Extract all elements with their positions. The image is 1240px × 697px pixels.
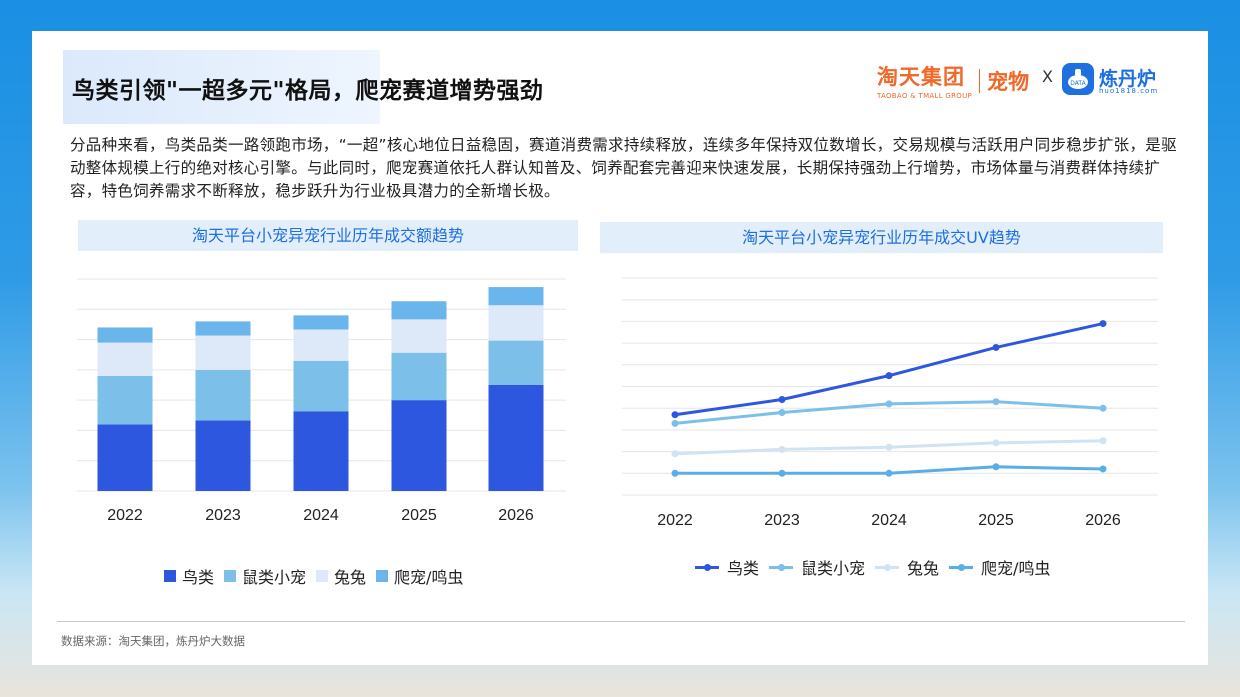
bar-x-tick-label: 2025 xyxy=(401,507,437,524)
legend-label: 鸟类 xyxy=(182,568,215,587)
legend-swatch-rabbit xyxy=(316,570,329,582)
bar-chart-legend: 鸟类 鼠类小宠 兔兔 爬宠/鸣虫 xyxy=(164,564,473,588)
bar-segment-reptile xyxy=(391,301,447,320)
bar-segment-rodent xyxy=(391,352,447,401)
legend-swatch-rodent xyxy=(224,570,237,582)
line-series-rodent-point xyxy=(885,400,893,408)
report-card: 鸟类引领"一超多元"格局，爬宠赛道增势强劲 淘天集团 TAOBAO & TMAL… xyxy=(32,31,1208,665)
legend-label: 鼠类小宠 xyxy=(801,559,866,578)
legend-label: 鸟类 xyxy=(727,559,760,578)
bar-x-tick-label: 2024 xyxy=(303,507,339,524)
line-series-reptile-point xyxy=(1099,465,1107,473)
legend-label: 爬宠/鸣虫 xyxy=(981,559,1051,578)
line-series-bird-point xyxy=(885,372,893,380)
legend-line-reptile xyxy=(949,561,974,573)
legend-label: 兔兔 xyxy=(907,559,940,578)
bar-segment-rodent xyxy=(97,375,153,425)
legend-label: 鼠类小宠 xyxy=(242,568,307,587)
legend-item-rodent: 鼠类小宠 xyxy=(769,555,865,579)
bar-segment-reptile xyxy=(195,321,251,336)
line-series-reptile-point xyxy=(671,469,679,477)
bar-segment-bird xyxy=(195,420,251,491)
bar-segment-rabbit xyxy=(488,305,544,341)
legend-line-rodent xyxy=(769,561,794,573)
line-chart-legend: 鸟类 鼠类小宠 兔兔 爬宠/鸣虫 xyxy=(695,555,1060,579)
line-x-tick-label: 2023 xyxy=(764,512,800,529)
line-series-reptile-point xyxy=(992,463,1000,471)
bar-segment-rabbit xyxy=(97,342,153,376)
line-series-rodent-point xyxy=(778,409,786,417)
bar-segment-rodent xyxy=(293,360,349,412)
line-series-rabbit-point xyxy=(778,445,786,453)
line-series-rabbit-point xyxy=(1099,437,1107,445)
bar-segment-bird xyxy=(391,400,447,491)
line-series-bird-point xyxy=(992,343,1000,351)
legend-item-bird: 鸟类 xyxy=(695,555,759,579)
bar-x-tick-label: 2023 xyxy=(205,507,241,524)
line-x-tick-label: 2022 xyxy=(657,512,693,529)
line-series-reptile-point xyxy=(778,469,786,477)
bar-segment-reptile xyxy=(488,287,544,306)
line-series-bird-point xyxy=(1099,320,1107,328)
legend-line-bird xyxy=(695,561,719,573)
legend-line-rabbit xyxy=(875,561,900,573)
legend-label: 兔兔 xyxy=(334,568,367,587)
line-series-bird-point xyxy=(778,396,786,404)
legend-item-rodent: 鼠类小宠 xyxy=(224,564,306,588)
footer-divider xyxy=(57,621,1185,622)
line-series-rodent-point xyxy=(1099,404,1107,412)
legend-item-bird: 鸟类 xyxy=(164,564,214,588)
legend-item-reptile: 爬宠/鸣虫 xyxy=(949,555,1050,579)
bar-segment-rodent xyxy=(195,369,251,421)
legend-item-rabbit: 兔兔 xyxy=(316,564,366,588)
data-source: 数据来源：淘天集团，炼丹炉大数据 xyxy=(61,634,245,648)
line-x-tick-label: 2026 xyxy=(1085,512,1121,529)
bar-segment-bird xyxy=(97,424,153,491)
line-series-reptile-point xyxy=(885,469,893,477)
legend-swatch-bird xyxy=(164,570,176,582)
line-series-rodent-point xyxy=(671,419,679,427)
line-series-rabbit-point xyxy=(992,439,1000,447)
line-series-rabbit-point xyxy=(671,450,679,458)
bar-segment-rabbit xyxy=(195,335,251,370)
bar-x-tick-label: 2026 xyxy=(498,507,534,524)
bar-segment-bird xyxy=(488,385,544,491)
bar-segment-reptile xyxy=(97,327,153,343)
bar-segment-rabbit xyxy=(293,329,349,361)
legend-item-rabbit: 兔兔 xyxy=(875,555,939,579)
legend-label: 爬宠/鸣虫 xyxy=(394,568,464,587)
bar-segment-reptile xyxy=(293,315,349,330)
bar-segment-bird xyxy=(293,411,349,491)
line-series-bird-point xyxy=(671,411,679,419)
line-series-rodent-point xyxy=(992,398,1000,406)
bar-segment-rabbit xyxy=(391,319,447,353)
legend-swatch-reptile xyxy=(376,570,389,582)
line-x-tick-label: 2024 xyxy=(871,512,907,529)
legend-item-reptile: 爬宠/鸣虫 xyxy=(376,564,463,588)
line-series-rabbit-point xyxy=(885,443,893,451)
line-x-tick-label: 2025 xyxy=(978,512,1014,529)
bar-x-tick-label: 2022 xyxy=(107,507,143,524)
bar-segment-rodent xyxy=(488,340,544,385)
